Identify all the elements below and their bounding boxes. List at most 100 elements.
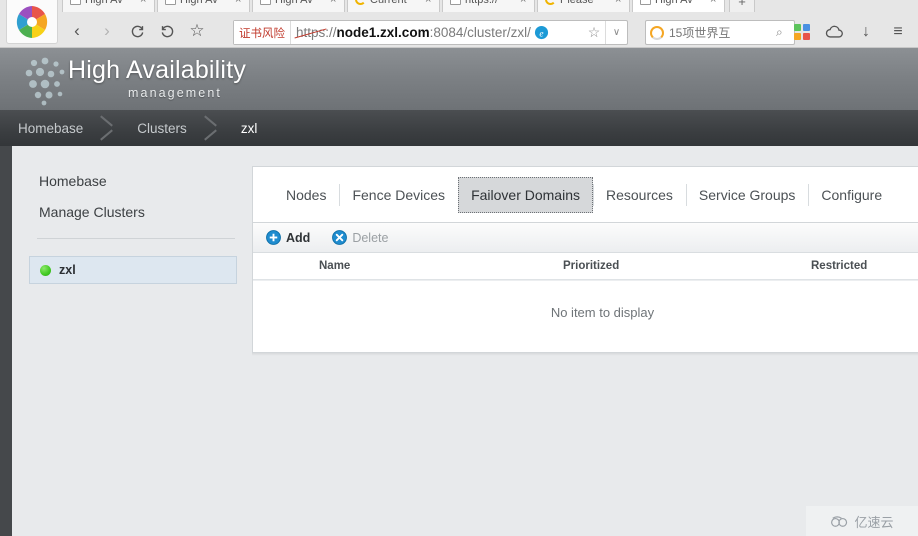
chevron-down-icon[interactable]: ∨ xyxy=(605,21,627,44)
sidebar-item-homebase[interactable]: Homebase xyxy=(39,173,107,189)
left-rail xyxy=(0,146,12,536)
delete-button-label: Delete xyxy=(352,230,389,245)
url-text[interactable]: https://node1.zxl.com:8084/cluster/zxl/ … xyxy=(291,25,583,40)
chevron-right-icon xyxy=(197,110,223,146)
close-icon[interactable]: × xyxy=(710,0,720,6)
content-panel: Nodes Fence Devices Failover Domains Res… xyxy=(252,166,918,353)
table-body: No item to display xyxy=(253,280,918,343)
page-subtitle: management xyxy=(128,86,222,100)
forward-button[interactable]: › xyxy=(92,16,122,46)
empty-state-message: No item to display xyxy=(550,304,655,320)
browser-tab-strip: High Av × High Av × High Av × Current × … xyxy=(62,0,755,12)
tab-nodes[interactable]: Nodes xyxy=(273,177,339,213)
status-online-icon xyxy=(40,264,51,276)
url-separator: :// xyxy=(325,25,337,40)
browser-tab-title: High Av xyxy=(275,0,328,6)
tab-fence-devices[interactable]: Fence Devices xyxy=(339,177,458,213)
menu-icon[interactable]: ≡ xyxy=(882,18,914,46)
close-circle-icon xyxy=(332,230,348,245)
sidebar-item-cluster-zxl[interactable]: zxl xyxy=(29,256,237,284)
back-button[interactable]: ‹ xyxy=(62,16,92,46)
table-toolbar: Add Delete xyxy=(253,223,918,253)
page-title: High Availability xyxy=(68,56,247,84)
screenshot-root: High Av × High Av × High Av × Current × … xyxy=(0,0,918,536)
page-body: Homebase Manage Clusters zxl Nodes Fence… xyxy=(0,146,918,536)
pinwheel-logo-icon xyxy=(15,5,49,39)
browser-toolbar-icons: ↓ ≡ xyxy=(786,18,914,46)
watermark: 亿速云 xyxy=(806,506,918,536)
browser-logo-button[interactable] xyxy=(6,0,58,44)
browser-tab-title: High Av xyxy=(180,0,233,6)
new-tab-button[interactable]: + xyxy=(729,0,755,12)
download-icon[interactable]: ↓ xyxy=(850,18,882,46)
browser-tab[interactable]: Please × xyxy=(537,0,630,12)
bookmark-icon[interactable]: ☆ xyxy=(583,24,605,41)
close-icon[interactable]: × xyxy=(235,0,245,6)
url-host: node1.zxl.com xyxy=(336,25,430,40)
reload-button[interactable] xyxy=(122,16,152,46)
page-icon xyxy=(640,0,651,5)
certificate-warning-badge[interactable]: 证书风险 xyxy=(234,21,291,44)
apps-grid-icon[interactable] xyxy=(786,18,818,46)
ie-compatibility-icon[interactable]: e xyxy=(534,25,549,40)
column-header-name: Name xyxy=(319,260,351,272)
add-button[interactable]: Add xyxy=(266,230,310,245)
browser-tab-title: Please xyxy=(560,0,613,6)
chevron-right-icon xyxy=(93,110,119,146)
browser-tab-title: High Av xyxy=(85,0,138,6)
page-icon xyxy=(260,0,271,5)
browser-tab-title: High Av xyxy=(655,0,708,6)
close-icon[interactable]: × xyxy=(330,0,340,6)
svg-text:e: e xyxy=(539,29,543,39)
breadcrumb-item-homebase[interactable]: Homebase xyxy=(0,110,93,146)
column-header-restricted: Restricted xyxy=(811,260,868,272)
app-header: High Availability management xyxy=(0,48,918,110)
tab-resources[interactable]: Resources xyxy=(593,177,686,213)
plus-circle-icon xyxy=(266,230,281,245)
close-icon[interactable]: × xyxy=(520,0,530,6)
panel-shadow xyxy=(252,353,918,356)
address-bar[interactable]: 证书风险 https://node1.zxl.com:8084/cluster/… xyxy=(233,20,628,45)
tab-configure[interactable]: Configure xyxy=(808,177,895,213)
add-button-label: Add xyxy=(286,230,311,245)
url-path: :8084/cluster/zxl/ xyxy=(429,25,531,40)
cloud-icon[interactable] xyxy=(818,18,850,46)
loading-spinner-icon xyxy=(355,0,366,5)
bookmark-star-icon[interactable]: ☆ xyxy=(182,16,212,46)
watermark-text: 亿速云 xyxy=(854,514,894,530)
browser-tab-title: Current xyxy=(370,0,423,6)
sidebar-cluster-label: zxl xyxy=(59,263,76,277)
browser-tab[interactable]: https:// × xyxy=(442,0,535,12)
close-icon[interactable]: × xyxy=(425,0,435,6)
delete-button[interactable]: Delete xyxy=(332,230,388,245)
browser-tab[interactable]: Current × xyxy=(347,0,440,12)
browser-tab-active[interactable]: High Av × xyxy=(632,0,725,12)
breadcrumb: Homebase Clusters zxl xyxy=(0,110,918,146)
cloud-icon xyxy=(830,515,850,528)
browser-chrome: High Av × High Av × High Av × Current × … xyxy=(0,0,918,48)
browser-tab-title: https:// xyxy=(465,0,518,6)
close-icon[interactable]: × xyxy=(615,0,625,6)
loading-spinner-icon xyxy=(545,0,556,5)
table-header-row: Name Prioritized Restricted xyxy=(253,253,918,280)
tab-service-groups[interactable]: Service Groups xyxy=(685,177,808,213)
search-engine-icon xyxy=(650,25,664,40)
sidebar: Homebase Manage Clusters zxl xyxy=(12,146,252,536)
sidebar-item-manage-clusters[interactable]: Manage Clusters xyxy=(39,204,145,220)
page-icon xyxy=(70,0,81,5)
page-icon xyxy=(165,0,176,5)
history-back-icon[interactable] xyxy=(152,16,182,46)
tab-bar: Nodes Fence Devices Failover Domains Res… xyxy=(253,167,918,223)
browser-tab[interactable]: High Av × xyxy=(62,0,155,12)
url-scheme: https xyxy=(294,25,327,40)
breadcrumb-item-clusters[interactable]: Clusters xyxy=(119,110,197,146)
browser-tab[interactable]: High Av × xyxy=(252,0,345,12)
close-icon[interactable]: × xyxy=(140,0,150,6)
browser-tab[interactable]: High Av × xyxy=(157,0,250,12)
page-icon xyxy=(450,0,461,5)
search-input[interactable]: 15项世界互 xyxy=(669,24,776,41)
breadcrumb-item-current: zxl xyxy=(240,120,258,136)
sidebar-divider xyxy=(37,238,235,239)
tab-failover-domains[interactable]: Failover Domains xyxy=(458,176,593,213)
search-box[interactable]: 15项世界互 ⌕ xyxy=(645,20,795,45)
